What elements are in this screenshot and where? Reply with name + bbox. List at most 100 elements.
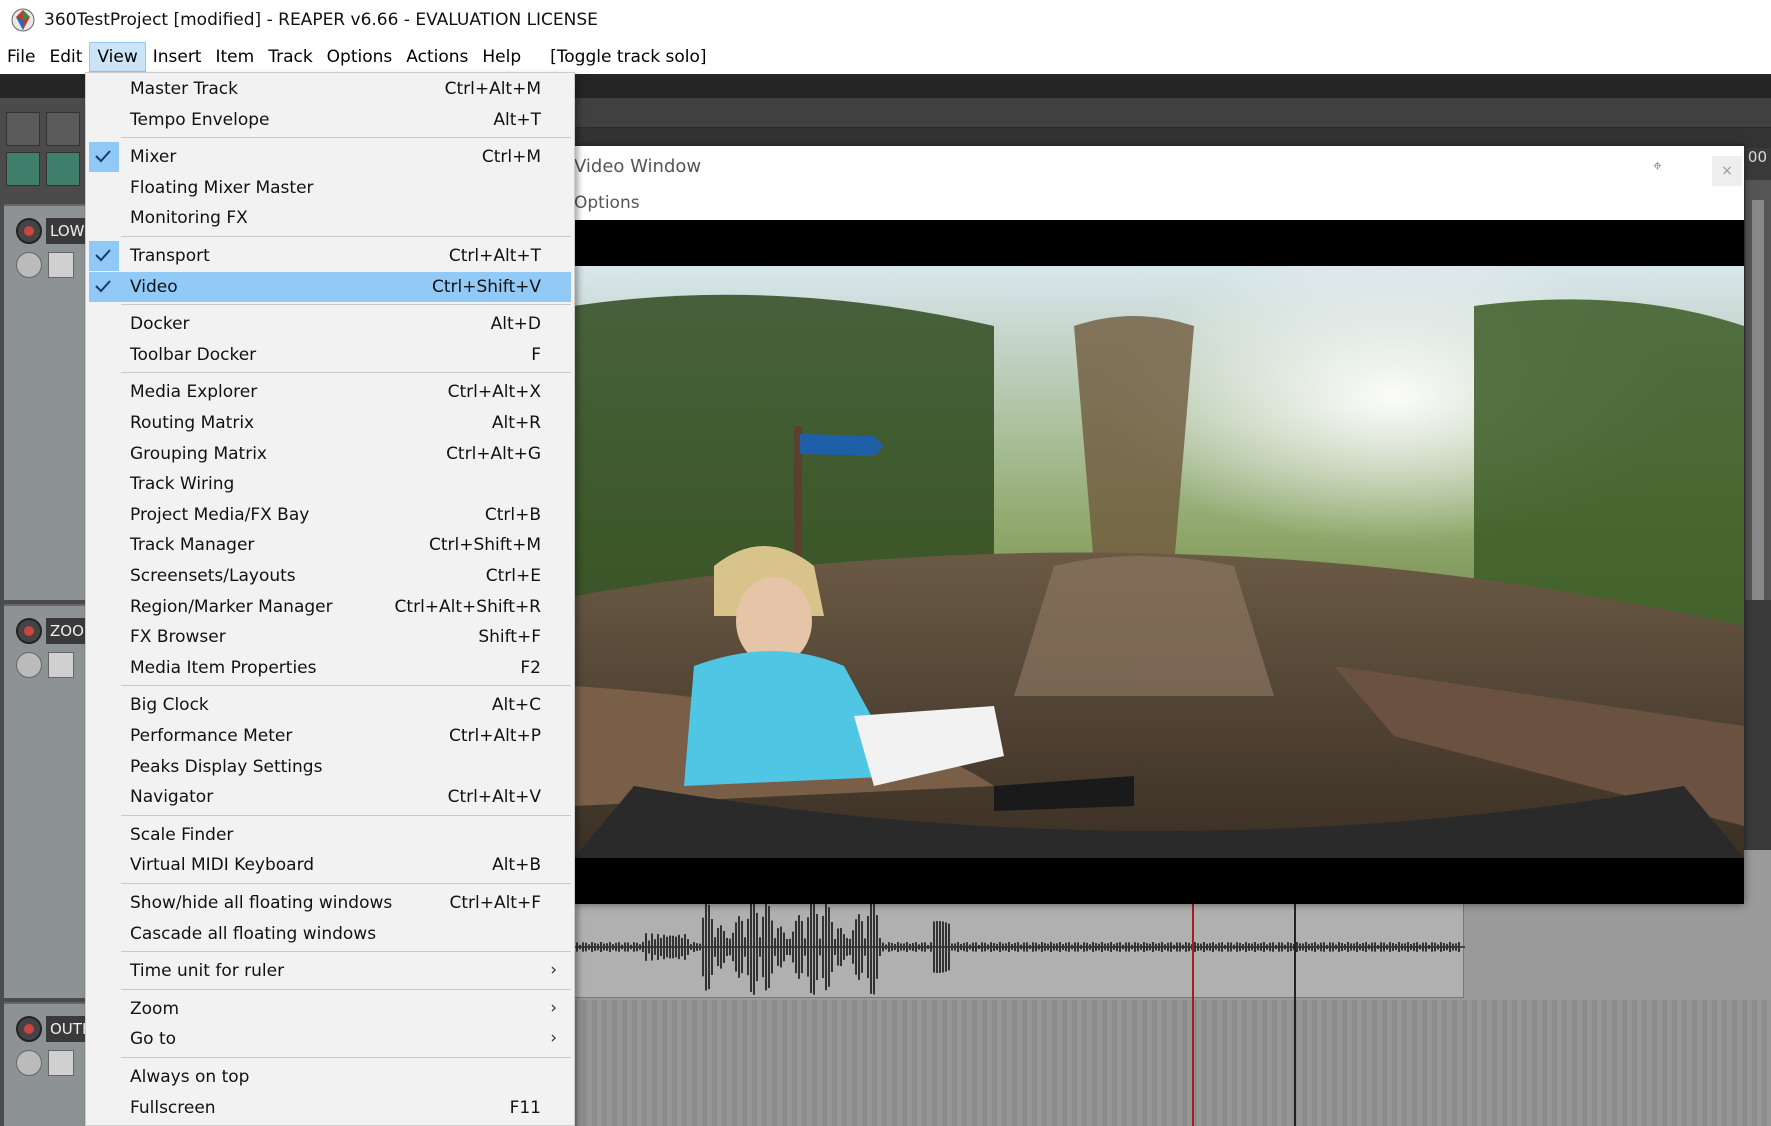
menu-file[interactable]: File (0, 42, 42, 72)
play-cursor (1294, 894, 1296, 1126)
menu-item-label: Tempo Envelope (130, 109, 270, 130)
checkmark-icon (89, 142, 119, 173)
menu-item-shortcut: Alt+T (493, 109, 541, 130)
menu-item-shortcut: Alt+R (491, 413, 541, 433)
menu-item-track-manager[interactable]: Track Manager Ctrl+Shift+M (89, 530, 571, 560)
menu-item-docker[interactable]: Docker Alt+D (89, 309, 571, 339)
menu-insert[interactable]: Insert (146, 42, 209, 72)
menu-item-screensets-layouts[interactable]: Screensets/Layouts Ctrl+E (89, 561, 571, 591)
menu-item[interactable]: Item (208, 42, 261, 72)
menu-separator (121, 883, 571, 884)
menu-help[interactable]: Help (475, 42, 528, 72)
menu-item-transport[interactable]: Transport Ctrl+Alt+T (89, 241, 571, 271)
title-bar: 360TestProject [modified] - REAPER v6.66… (0, 0, 1771, 40)
waveform (461, 899, 1465, 995)
snap-icon[interactable] (6, 152, 40, 186)
menu-item-label: Toolbar Docker (130, 344, 257, 365)
menu-item-label: Docker (130, 314, 190, 335)
track-volume-knob[interactable] (16, 252, 42, 278)
menu-item-time-unit-for-ruler[interactable]: Time unit for ruler › (89, 956, 571, 986)
menu-separator (121, 685, 571, 687)
menu-item-zoom[interactable]: Zoom › (89, 994, 571, 1024)
menu-item-label: Virtual MIDI Keyboard (130, 855, 315, 876)
video-options-menu[interactable]: Options (574, 193, 640, 213)
menu-item-fullscreen[interactable]: Fullscreen F11 (89, 1093, 571, 1123)
track-panel-1[interactable]: LOW (4, 204, 92, 600)
menu-separator (121, 988, 571, 990)
menu-item-shortcut: Ctrl+Alt+V (447, 787, 541, 808)
menu-item-navigator[interactable]: Navigator Ctrl+Alt+V (89, 782, 571, 812)
menu-item-shortcut: Ctrl+Alt+P (448, 726, 541, 746)
audio-media-item[interactable] (460, 894, 1465, 998)
menu-item-shortcut: Alt+C (491, 695, 541, 716)
menu-item-label: Scale Finder (130, 824, 234, 845)
menu-actions[interactable]: Actions (399, 42, 475, 72)
menu-item-label: Big Clock (130, 695, 209, 716)
menu-item-peaks-display-settings[interactable]: Peaks Display Settings (89, 752, 571, 782)
pin-icon[interactable]: ⌖ (1653, 156, 1662, 176)
video-window-menubar: Options (574, 186, 1744, 220)
menu-item-label: Floating Mixer Master (130, 177, 314, 198)
menu-item-label: Track Wiring (130, 474, 235, 495)
menu-item-mixer[interactable]: Mixer Ctrl+M (89, 142, 571, 173)
menu-item-shortcut: F11 (509, 1097, 541, 1118)
menu-item-floating-mixer-master[interactable]: Floating Mixer Master (89, 173, 571, 203)
menu-item-performance-meter[interactable]: Performance Meter Ctrl+Alt+P (89, 721, 571, 751)
menu-item-tempo-envelope[interactable]: Tempo Envelope Alt+T (89, 105, 571, 135)
record-arm-icon[interactable] (16, 218, 42, 244)
track-volume-knob[interactable] (16, 652, 42, 678)
track-volume-knob[interactable] (16, 1050, 42, 1076)
menu-item-master-track[interactable]: Master Track Ctrl+Alt+M (89, 74, 571, 104)
menu-item-scale-finder[interactable]: Scale Finder (89, 820, 571, 850)
envelope-icon[interactable] (48, 652, 74, 678)
menu-item-always-on-top[interactable]: Always on top (89, 1062, 571, 1092)
checkmark-icon (89, 271, 119, 302)
menu-item-track-wiring[interactable]: Track Wiring (89, 469, 571, 499)
track-panel-2[interactable]: ZOO (4, 604, 92, 998)
menu-edit[interactable]: Edit (42, 42, 89, 72)
scrollbar-thumb[interactable] (1752, 200, 1764, 600)
menu-item-grouping-matrix[interactable]: Grouping Matrix Ctrl+Alt+G (89, 439, 571, 469)
envelope-icon[interactable] (48, 1050, 74, 1076)
grid-icon[interactable] (46, 152, 80, 186)
menu-item-label: Transport (130, 246, 210, 266)
record-arm-icon[interactable] (16, 618, 42, 644)
track-panel-3[interactable]: OUTI (4, 1002, 92, 1126)
menu-track[interactable]: Track (261, 42, 319, 72)
menu-item-fx-browser[interactable]: FX Browser Shift+F (89, 622, 571, 652)
edit-cursor[interactable] (1192, 894, 1194, 1126)
toggle-track-solo-action[interactable]: [Toggle track solo] (528, 42, 713, 72)
menu-item-toolbar-docker[interactable]: Toolbar Docker F (89, 340, 571, 370)
menu-item-shortcut: Ctrl+M (481, 147, 541, 168)
open-project-icon[interactable] (46, 112, 80, 146)
menu-item-go-to[interactable]: Go to › (89, 1024, 571, 1054)
menu-item-routing-matrix[interactable]: Routing Matrix Alt+R (89, 408, 571, 438)
menu-item-project-media-fx-bay[interactable]: Project Media/FX Bay Ctrl+B (89, 500, 571, 530)
menu-item-big-clock[interactable]: Big Clock Alt+C (89, 690, 571, 720)
menu-item-monitoring-fx[interactable]: Monitoring FX (89, 203, 571, 233)
window-title: 360TestProject [modified] - REAPER v6.66… (44, 10, 598, 30)
menu-item-media-explorer[interactable]: Media Explorer Ctrl+Alt+X (89, 377, 571, 407)
menu-view[interactable]: View (89, 42, 146, 72)
menu-item-cascade-all-floating-windows[interactable]: Cascade all floating windows (89, 919, 571, 949)
menu-item-label: Time unit for ruler (130, 961, 285, 982)
menu-item-video[interactable]: Video Ctrl+Shift+V (89, 271, 571, 302)
menu-separator (121, 951, 571, 953)
close-button[interactable]: × (1712, 156, 1742, 186)
menu-item-shortcut: Alt+D (490, 314, 541, 335)
menu-item-label: Navigator (130, 787, 214, 808)
record-arm-icon[interactable] (16, 1016, 42, 1042)
menu-options[interactable]: Options (320, 42, 400, 72)
menu-item-virtual-midi-keyboard[interactable]: Virtual MIDI Keyboard Alt+B (89, 850, 571, 880)
new-project-icon[interactable] (6, 112, 40, 146)
menu-item-media-item-properties[interactable]: Media Item Properties F2 (89, 653, 571, 683)
view-menu-dropdown: Master Track Ctrl+Alt+M Tempo Envelope Alt+… (85, 72, 575, 1126)
menu-item-region-marker-manager[interactable]: Region/Marker Manager Ctrl+Alt+Shift+R (89, 592, 571, 622)
menu-item-shortcut: Alt+B (492, 855, 541, 876)
chevron-right-icon: › (550, 1028, 557, 1049)
video-window[interactable]: Video Window ⌖ × Options (574, 146, 1744, 904)
menu-item-show-hide-all-floating-windows[interactable]: Show/hide all floating windows Ctrl+Alt+F (89, 888, 571, 918)
envelope-icon[interactable] (48, 252, 74, 278)
menu-item-shortcut: F2 (520, 657, 541, 678)
video-window-titlebar[interactable]: Video Window ⌖ × (574, 146, 1744, 186)
